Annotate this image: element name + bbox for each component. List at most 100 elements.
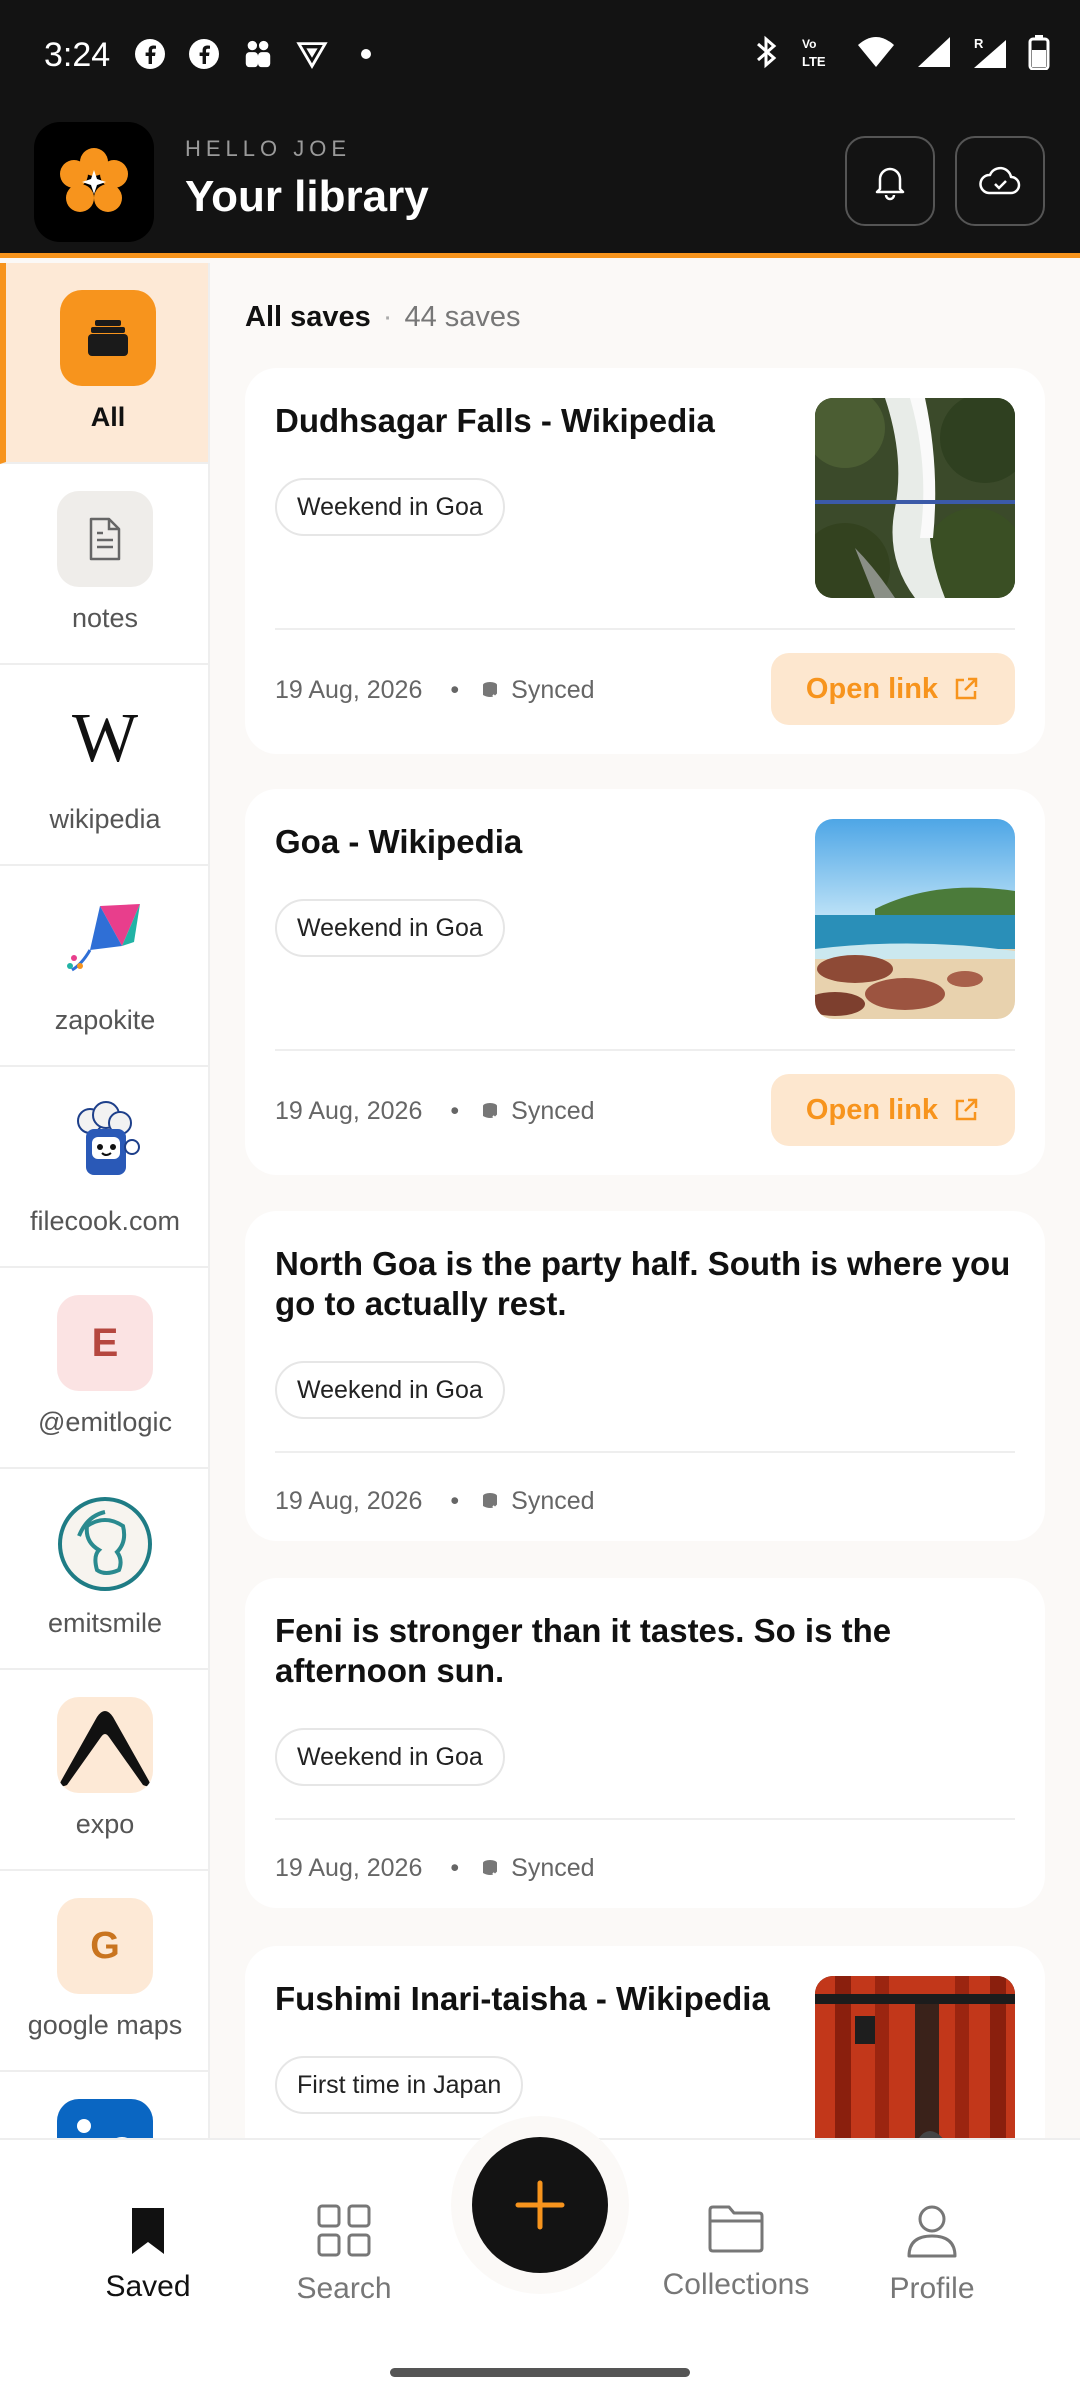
- external-link-icon: [955, 677, 978, 700]
- save-card[interactable]: Goa - Wikipedia Weekend in Goa 19 Aug, 2…: [245, 789, 1045, 1175]
- nav-label: Collections: [662, 2268, 810, 2301]
- sidebar-item-label: wikipedia: [49, 804, 161, 834]
- card-thumbnail: [815, 819, 1015, 1019]
- kite-logo: [57, 893, 153, 989]
- sidebar-item-label: notes: [71, 603, 139, 633]
- nav-saved[interactable]: Saved: [48, 2204, 248, 2304]
- filter-label: All saves: [245, 301, 371, 333]
- bookmark-icon: [132, 2208, 164, 2254]
- card-meta: 19 Aug, 2026 • Synced: [275, 676, 595, 704]
- card-divider: [275, 628, 1015, 630]
- card-divider: [275, 1451, 1015, 1453]
- bluetooth-icon: [754, 34, 780, 75]
- nav-label: Search: [296, 2272, 392, 2305]
- sidebar-item-notes[interactable]: notes: [0, 464, 208, 665]
- collection-tag[interactable]: Weekend in Goa: [275, 1728, 505, 1786]
- nav-profile[interactable]: Profile: [832, 2204, 1032, 2306]
- card-thumbnail: [815, 1976, 1015, 2138]
- database-icon: [481, 1859, 501, 1879]
- nav-search[interactable]: Search: [244, 2204, 444, 2306]
- vpn-shield-icon: [296, 38, 328, 70]
- sidebar-item-label: zapokite: [54, 1005, 156, 1035]
- sidebar-item-emitlogic[interactable]: E @emitlogic: [0, 1268, 208, 1469]
- card-divider: [275, 1818, 1015, 1820]
- svg-text:LTE: LTE: [802, 54, 826, 69]
- saves-list: All saves · 44 saves Dudhsagar Falls - Wik…: [245, 263, 1045, 2138]
- card-title: Fushimi Inari-taisha - Wikipedia: [275, 1980, 770, 2017]
- sidebar-item-zapokite[interactable]: zapokite: [0, 866, 208, 1067]
- sync-status: Synced: [511, 1854, 595, 1882]
- letter-g-avatar: G: [57, 1898, 153, 1994]
- nav-collections[interactable]: Collections: [636, 2204, 836, 2302]
- nav-label: Saved: [105, 2270, 191, 2303]
- sidebar-item-label: All: [90, 402, 126, 432]
- facebook-icon: [188, 38, 220, 70]
- linkedin-logo: [57, 2099, 153, 2138]
- sidebar-item-expo[interactable]: expo: [0, 1670, 208, 1871]
- volte-icon: Vo LTE: [800, 34, 836, 75]
- greeting: HELLO JOE: [185, 136, 352, 161]
- fab-container: [451, 2116, 629, 2294]
- database-icon: [481, 1492, 501, 1512]
- document-icon: [57, 491, 153, 587]
- collection-tag[interactable]: Weekend in Goa: [275, 1361, 505, 1419]
- notification-icons: [134, 38, 382, 70]
- open-link-label: Open link: [805, 672, 939, 705]
- person-icon: [907, 2205, 957, 2258]
- sidebar-item-all[interactable]: All: [0, 263, 208, 464]
- sync-button[interactable]: [955, 136, 1045, 226]
- external-link-icon: [955, 1098, 978, 1121]
- face-logo: [57, 1496, 153, 1592]
- sync-status: Synced: [511, 1097, 595, 1125]
- svg-text:Vo: Vo: [802, 37, 816, 51]
- sidebar-item-linkedin[interactable]: [0, 2072, 208, 2138]
- collection-tag[interactable]: Weekend in Goa: [275, 478, 505, 536]
- sidebar-item-wikipedia[interactable]: W wikipedia: [0, 665, 208, 866]
- signal-icon: [916, 35, 952, 74]
- sidebar-item-label: emitsmile: [47, 1608, 162, 1638]
- chef-logo: [57, 1094, 153, 1190]
- notifications-button[interactable]: [845, 136, 935, 226]
- save-card[interactable]: North Goa is the party half. South is wh…: [245, 1211, 1045, 1541]
- status-time: 3:24: [44, 36, 111, 74]
- svg-text:R: R: [974, 36, 984, 51]
- dot-icon: [350, 38, 382, 70]
- sidebar-item-filecook[interactable]: filecook.com: [0, 1067, 208, 1268]
- system-icons: Vo LTE R: [754, 34, 1050, 75]
- cloud-check-icon: [979, 166, 1021, 195]
- open-link-button[interactable]: Open link: [771, 1074, 1015, 1146]
- save-card[interactable]: Dudhsagar Falls - Wikipedia Weekend in G…: [245, 368, 1045, 754]
- add-button[interactable]: [472, 2137, 608, 2273]
- app-logo: [34, 122, 154, 242]
- sidebar-item-google-maps[interactable]: G google maps: [0, 1871, 208, 2072]
- folder-icon: [708, 2205, 764, 2253]
- collection-tag[interactable]: First time in Japan: [275, 2056, 524, 2114]
- save-card[interactable]: Fushimi Inari-taisha - Wikipedia First t…: [245, 1946, 1045, 2138]
- collection-tag[interactable]: Weekend in Goa: [275, 899, 505, 957]
- stack-icon: [60, 290, 156, 386]
- source-sidebar: All notes W wikipedia zapokite filecook.…: [0, 263, 210, 2138]
- bottom-navigation: Saved Search Collections Profile: [0, 2116, 1080, 2400]
- save-card[interactable]: Feni is stronger than it tastes. So is t…: [245, 1578, 1045, 1908]
- status-bar: 3:24 Vo LTE R: [0, 0, 1080, 108]
- sync-status: Synced: [511, 1487, 595, 1515]
- saves-summary: All saves · 44 saves: [245, 301, 521, 333]
- open-link-label: Open link: [805, 1093, 939, 1126]
- page-title: Your library: [185, 172, 429, 221]
- sidebar-item-label: @emitlogic: [38, 1407, 172, 1437]
- home-indicator[interactable]: [390, 2368, 690, 2377]
- card-title: North Goa is the party half. South is wh…: [275, 1245, 1011, 1322]
- card-date: 19 Aug, 2026: [275, 1487, 423, 1515]
- sidebar-item-label: google maps: [27, 2010, 183, 2040]
- card-title: Feni is stronger than it tastes. So is t…: [275, 1612, 892, 1689]
- open-link-button[interactable]: Open link: [771, 653, 1015, 725]
- sidebar-item-emitsmile[interactable]: emitsmile: [0, 1469, 208, 1670]
- card-title: Goa - Wikipedia: [275, 823, 523, 860]
- card-meta: 19 Aug, 2026 • Synced: [275, 1097, 595, 1125]
- bell-icon: [875, 167, 905, 201]
- plus-icon: [515, 2180, 565, 2230]
- facebook-icon: [134, 38, 166, 70]
- nav-label: Profile: [889, 2272, 975, 2305]
- expo-logo: [57, 1697, 153, 1793]
- saves-count: 44 saves: [404, 301, 521, 333]
